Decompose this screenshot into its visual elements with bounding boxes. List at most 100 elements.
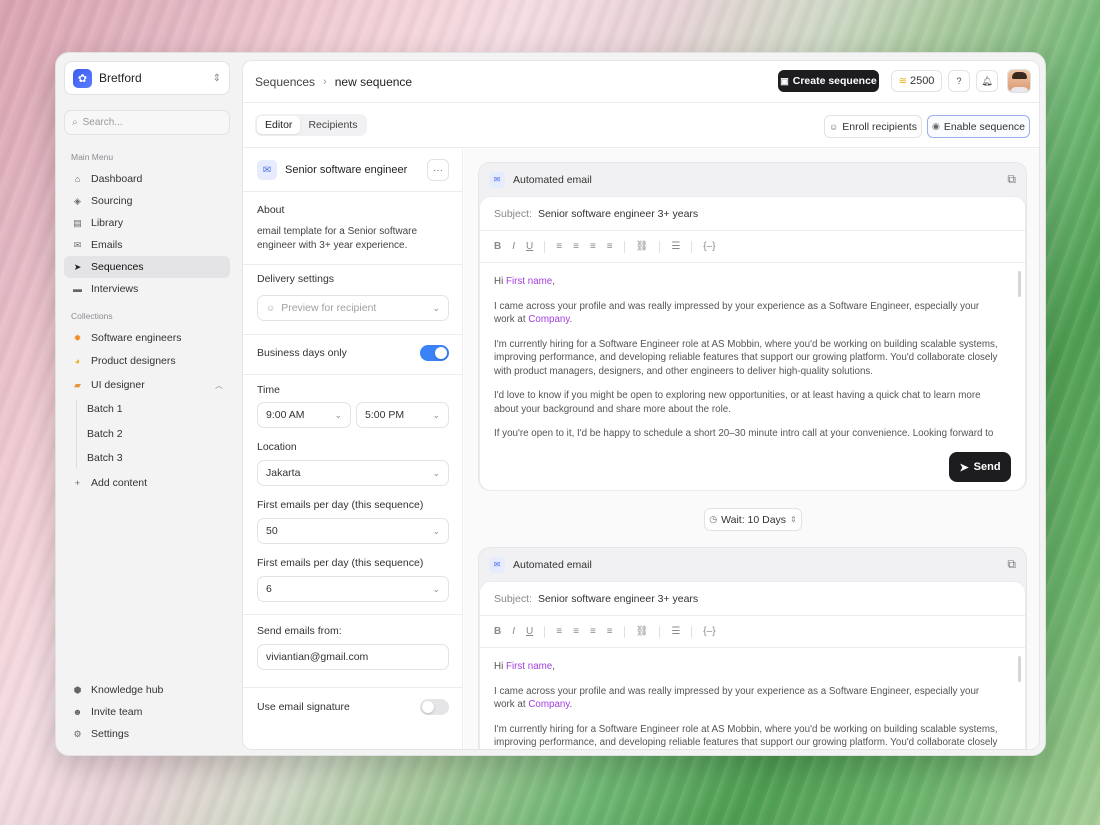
divider — [243, 687, 463, 688]
italic-icon[interactable]: I — [512, 241, 515, 252]
first-emails-label-2: First emails per day (this sequence) — [257, 557, 424, 569]
avatar-hair — [1012, 72, 1027, 79]
divider — [243, 264, 463, 265]
breadcrumb-sequences[interactable]: Sequences — [255, 75, 315, 89]
sub-item-batch-3[interactable]: Batch 3 — [87, 448, 123, 468]
scrollbar[interactable] — [1018, 656, 1021, 682]
subject-value: Senior software engineer 3+ years — [537, 592, 699, 605]
create-sequence-button[interactable]: ▣ Create sequence — [778, 70, 879, 92]
company-variable[interactable]: Company — [528, 314, 569, 325]
sidebar-item-label: Settings — [91, 728, 129, 740]
sidebar-item-emails[interactable]: ✉ Emails — [64, 234, 230, 256]
sub-item-batch-2[interactable]: Batch 2 — [87, 424, 123, 444]
sidebar-item-interviews[interactable]: ▬ Interviews — [64, 278, 230, 300]
sidebar-item-invite-team[interactable]: ☻ Invite team — [64, 702, 230, 722]
sidebar: ✿ Bretford ⇕ ⌕ Search... Main Menu ⌂ Das… — [56, 53, 242, 755]
main-menu-label: Main Menu — [71, 152, 114, 162]
align-right-icon[interactable]: ≡ — [590, 241, 596, 252]
bold-icon[interactable]: B — [494, 241, 501, 252]
email-body-text[interactable]: Hi First name, I came across your profil… — [480, 263, 1025, 443]
align-right-icon[interactable]: ≡ — [590, 626, 596, 637]
underline-icon[interactable]: U — [526, 241, 533, 252]
enroll-recipients-button[interactable]: ☺ Enroll recipients — [824, 115, 922, 138]
time-label: Time — [257, 384, 280, 396]
first-emails-select-2[interactable]: 6 ⌄ — [257, 576, 449, 602]
start-time-select[interactable]: 9:00 AM ⌄ — [257, 402, 351, 428]
first-name-variable[interactable]: First name — [506, 276, 552, 287]
email-card-1: ✉ Automated email ⧉ Subject: Senior soft… — [478, 162, 1027, 491]
sidebar-item-sequences[interactable]: ➤ Sequences — [64, 256, 230, 278]
tab-recipients[interactable]: Recipients — [300, 116, 365, 134]
about-label: About — [257, 204, 285, 216]
preview-recipient-select[interactable]: ☺ Preview for recipient ⌄ — [257, 295, 449, 321]
email-card-title: Automated email — [513, 173, 592, 186]
collection-label: UI designer — [91, 379, 145, 391]
align-left-icon[interactable]: ≡ — [556, 626, 562, 637]
create-sequence-label: Create sequence — [792, 75, 877, 87]
underline-icon[interactable]: U — [526, 626, 533, 637]
search-input[interactable]: ⌕ Search... — [64, 110, 230, 135]
more-options-button[interactable]: ··· — [427, 159, 449, 181]
list-icon[interactable]: ☰ — [671, 626, 680, 637]
send-from-value: viviantian@gmail.com — [266, 651, 369, 663]
list-icon[interactable]: ☰ — [671, 241, 680, 252]
notifications-button[interactable]: 🔔︎ — [976, 70, 998, 92]
business-days-toggle[interactable] — [420, 345, 449, 361]
toolbar-divider — [544, 625, 546, 638]
paragraph-4: If you're open to it, I'd be happy to sc… — [494, 428, 994, 439]
chevron-down-icon: ⌄ — [432, 467, 440, 478]
add-content-button[interactable]: + Add content — [64, 472, 230, 494]
wait-delay-select[interactable]: ◷ Wait: 10 Days ⇕ — [704, 508, 802, 531]
align-left-icon[interactable]: ≡ — [556, 241, 562, 252]
company-variable[interactable]: Company — [528, 699, 569, 710]
send-button[interactable]: ➤ Send — [949, 452, 1011, 482]
avatar[interactable] — [1007, 69, 1031, 93]
sidebar-item-settings[interactable]: ⚙ Settings — [64, 724, 230, 744]
bold-icon[interactable]: B — [494, 626, 501, 637]
variable-icon[interactable]: {–} — [703, 626, 715, 637]
first-emails-select[interactable]: 50 ⌄ — [257, 518, 449, 544]
subject-field[interactable]: Subject: Senior software engineer 3+ yea… — [480, 197, 1025, 231]
copy-icon[interactable]: ⧉ — [1007, 557, 1016, 572]
enable-sequence-button[interactable]: ◉ Enable sequence — [927, 115, 1030, 138]
send-from-input[interactable]: viviantian@gmail.com — [257, 644, 449, 670]
first-emails-label: First emails per day (this sequence) — [257, 499, 424, 511]
first-name-variable[interactable]: First name — [506, 661, 552, 672]
about-text: email template for a Senior software eng… — [257, 226, 418, 251]
email-card-body: Subject: Senior software engineer 3+ yea… — [479, 196, 1026, 491]
italic-icon[interactable]: I — [512, 626, 515, 637]
sidebar-item-knowledge-hub[interactable]: ⬢ Knowledge hub — [64, 680, 230, 700]
collection-software-engineers[interactable]: ✹ Software engineers — [64, 327, 230, 349]
email-body-text[interactable]: Hi First name, I came across your profil… — [480, 648, 1025, 749]
tab-editor[interactable]: Editor — [257, 116, 301, 134]
link-icon[interactable]: ⛓ — [636, 241, 649, 252]
toolbar-divider — [691, 240, 693, 253]
align-center-icon[interactable]: ≡ — [573, 241, 579, 252]
email-card-2: ✉ Automated email ⧉ Subject: Senior soft… — [478, 547, 1027, 749]
help-button[interactable]: ? — [948, 70, 970, 92]
subject-field[interactable]: Subject: Senior software engineer 3+ yea… — [480, 582, 1025, 616]
signature-toggle[interactable] — [420, 699, 449, 715]
align-justify-icon[interactable]: ≡ — [607, 241, 613, 252]
sidebar-item-dashboard[interactable]: ⌂ Dashboard — [64, 168, 230, 190]
collection-product-designers[interactable]: ◕ Product designers — [64, 350, 230, 372]
scrollbar[interactable] — [1018, 271, 1021, 297]
copy-icon[interactable]: ⧉ — [1007, 172, 1016, 187]
align-center-icon[interactable]: ≡ — [573, 626, 579, 637]
avatar-shirt — [1010, 87, 1029, 92]
sidebar-item-library[interactable]: ▤ Library — [64, 212, 230, 234]
mail-icon: ✉ — [489, 556, 505, 573]
email-card-header: ✉ Automated email ⧉ — [479, 163, 1026, 196]
link-icon[interactable]: ⛓ — [636, 626, 649, 637]
location-select[interactable]: Jakarta ⌄ — [257, 460, 449, 486]
credits-badge[interactable]: ≋ 2500 — [891, 70, 942, 92]
variable-icon[interactable]: {–} — [703, 241, 715, 252]
sub-item-batch-1[interactable]: Batch 1 — [87, 399, 123, 419]
end-time-select[interactable]: 5:00 PM ⌄ — [356, 402, 449, 428]
delivery-settings-label: Delivery settings — [257, 273, 335, 285]
align-justify-icon[interactable]: ≡ — [607, 626, 613, 637]
sidebar-item-sourcing[interactable]: ◈ Sourcing — [64, 190, 230, 212]
collection-ui-designer[interactable]: ▰ UI designer ︿ — [64, 374, 230, 396]
panel-title: Senior software engineer — [285, 164, 408, 176]
workspace-switcher[interactable]: ✿ Bretford ⇕ — [64, 61, 230, 95]
